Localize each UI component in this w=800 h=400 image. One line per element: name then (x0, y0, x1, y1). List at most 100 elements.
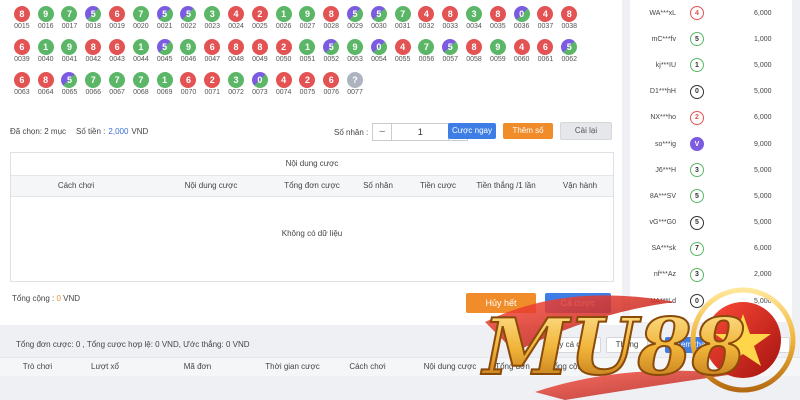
ball-cell[interactable]: 4 0024 (224, 6, 248, 39)
ball-cell[interactable]: 3 0023 (200, 6, 224, 39)
result-ball[interactable]: 6 (13, 39, 30, 55)
result-ball[interactable]: 5 (561, 39, 578, 55)
result-ball[interactable]: 1 (299, 39, 316, 55)
result-ball[interactable]: 5 (156, 6, 173, 22)
ball-cell[interactable]: 8 0033 (438, 6, 462, 39)
result-ball[interactable]: 5 (323, 39, 340, 55)
ball-cell[interactable]: 0 0073 (248, 72, 272, 105)
ball-cell[interactable]: 3 0034 (462, 6, 486, 39)
result-ball[interactable]: 8 (489, 6, 506, 22)
result-ball[interactable]: 6 (109, 39, 126, 55)
ball-cell[interactable]: 7 0068 (129, 72, 153, 105)
ball-cell[interactable]: 7 0056 (415, 39, 439, 72)
ball-cell[interactable]: 9 0016 (34, 6, 58, 39)
ball-cell[interactable]: 6 0063 (10, 72, 34, 105)
result-ball[interactable]: 8 (228, 39, 245, 55)
result-ball[interactable]: 1 (37, 39, 54, 55)
ball-cell[interactable]: 6 0039 (10, 39, 34, 72)
result-ball[interactable]: 4 (228, 6, 245, 22)
ball-cell[interactable]: 5 0045 (153, 39, 177, 72)
result-ball[interactable]: 9 (61, 39, 78, 55)
ball-cell[interactable]: 6 0047 (200, 39, 224, 72)
result-ball[interactable]: 9 (489, 39, 506, 55)
result-ball[interactable]: ? (347, 72, 364, 88)
ball-cell[interactable]: 1 0026 (272, 6, 296, 39)
ball-cell[interactable]: 2 0071 (200, 72, 224, 105)
ball-cell[interactable]: 7 0017 (58, 6, 82, 39)
ball-cell[interactable]: 5 0057 (438, 39, 462, 72)
ball-cell[interactable]: 8 0064 (34, 72, 58, 105)
result-ball[interactable]: 8 (323, 6, 340, 22)
ball-cell[interactable]: 7 0066 (81, 72, 105, 105)
ball-cell[interactable]: 6 0070 (177, 72, 201, 105)
ball-cell[interactable]: 8 0049 (248, 39, 272, 72)
ball-cell[interactable]: 1 0051 (296, 39, 320, 72)
result-ball[interactable]: 7 (61, 6, 78, 22)
ball-cell[interactable]: 8 0035 (486, 6, 510, 39)
result-ball[interactable]: 6 (323, 72, 340, 88)
result-ball[interactable]: 7 (132, 72, 149, 88)
ball-cell[interactable]: 5 0052 (319, 39, 343, 72)
result-ball[interactable]: 4 (394, 39, 411, 55)
result-ball[interactable]: 3 (228, 72, 245, 88)
result-ball[interactable]: 9 (347, 39, 364, 55)
result-ball[interactable]: 3 (204, 6, 221, 22)
ball-cell[interactable]: 5 0022 (177, 6, 201, 39)
ball-cell[interactable]: 7 0067 (105, 72, 129, 105)
result-ball[interactable]: 6 (204, 39, 221, 55)
result-ball[interactable]: 3 (466, 6, 483, 22)
ball-cell[interactable]: 1 0040 (34, 39, 58, 72)
result-ball[interactable]: 7 (418, 39, 435, 55)
ball-cell[interactable]: 6 0043 (105, 39, 129, 72)
result-ball[interactable]: 9 (180, 39, 197, 55)
ball-cell[interactable]: 8 0058 (462, 39, 486, 72)
ball-cell[interactable]: 0 0036 (510, 6, 534, 39)
ball-cell[interactable]: 1 0069 (153, 72, 177, 105)
ball-cell[interactable]: 5 0030 (367, 6, 391, 39)
ball-cell[interactable]: 2 0075 (296, 72, 320, 105)
add-number-button[interactable]: Thêm số (503, 123, 553, 139)
ball-cell[interactable]: 9 0041 (58, 39, 82, 72)
ball-cell[interactable]: 4 0055 (391, 39, 415, 72)
ball-cell[interactable]: 6 0076 (319, 72, 343, 105)
ball-cell[interactable]: ? 0077 (343, 72, 367, 105)
ball-cell[interactable]: 4 0037 (534, 6, 558, 39)
result-ball[interactable]: 8 (251, 39, 268, 55)
minus-button[interactable]: − (372, 123, 393, 141)
ball-cell[interactable]: 6 0061 (534, 39, 558, 72)
result-ball[interactable]: 4 (275, 72, 292, 88)
result-ball[interactable]: 8 (13, 6, 30, 22)
result-ball[interactable]: 0 (251, 72, 268, 88)
result-ball[interactable]: 8 (442, 6, 459, 22)
ball-cell[interactable]: 5 0062 (557, 39, 581, 72)
result-ball[interactable]: 1 (275, 6, 292, 22)
result-ball[interactable]: 5 (61, 72, 78, 88)
multiplier-input[interactable]: 1 (392, 123, 449, 141)
ball-cell[interactable]: 9 0053 (343, 39, 367, 72)
ball-cell[interactable]: 8 0028 (319, 6, 343, 39)
result-ball[interactable]: 1 (156, 72, 173, 88)
result-ball[interactable]: 5 (370, 6, 387, 22)
result-ball[interactable]: 4 (418, 6, 435, 22)
ball-cell[interactable]: 8 0042 (81, 39, 105, 72)
ball-cell[interactable]: 1 0044 (129, 39, 153, 72)
reset-button[interactable]: Cài lại (560, 122, 612, 140)
result-ball[interactable]: 6 (537, 39, 554, 55)
ball-cell[interactable]: 4 0032 (415, 6, 439, 39)
result-ball[interactable]: 7 (394, 6, 411, 22)
result-ball[interactable]: 2 (299, 72, 316, 88)
result-ball[interactable]: 9 (37, 6, 54, 22)
ball-cell[interactable]: 4 0074 (272, 72, 296, 105)
ball-cell[interactable]: 4 0060 (510, 39, 534, 72)
result-ball[interactable]: 7 (85, 72, 102, 88)
result-ball[interactable]: 6 (180, 72, 197, 88)
result-ball[interactable]: 5 (156, 39, 173, 55)
result-ball[interactable]: 1 (132, 39, 149, 55)
ball-cell[interactable]: 9 0046 (177, 39, 201, 72)
result-ball[interactable]: 0 (370, 39, 387, 55)
result-ball[interactable]: 5 (347, 6, 364, 22)
result-ball[interactable]: 2 (275, 39, 292, 55)
bet-now-button[interactable]: Cược ngay (448, 123, 496, 139)
ball-cell[interactable]: 2 0050 (272, 39, 296, 72)
result-ball[interactable]: 8 (466, 39, 483, 55)
